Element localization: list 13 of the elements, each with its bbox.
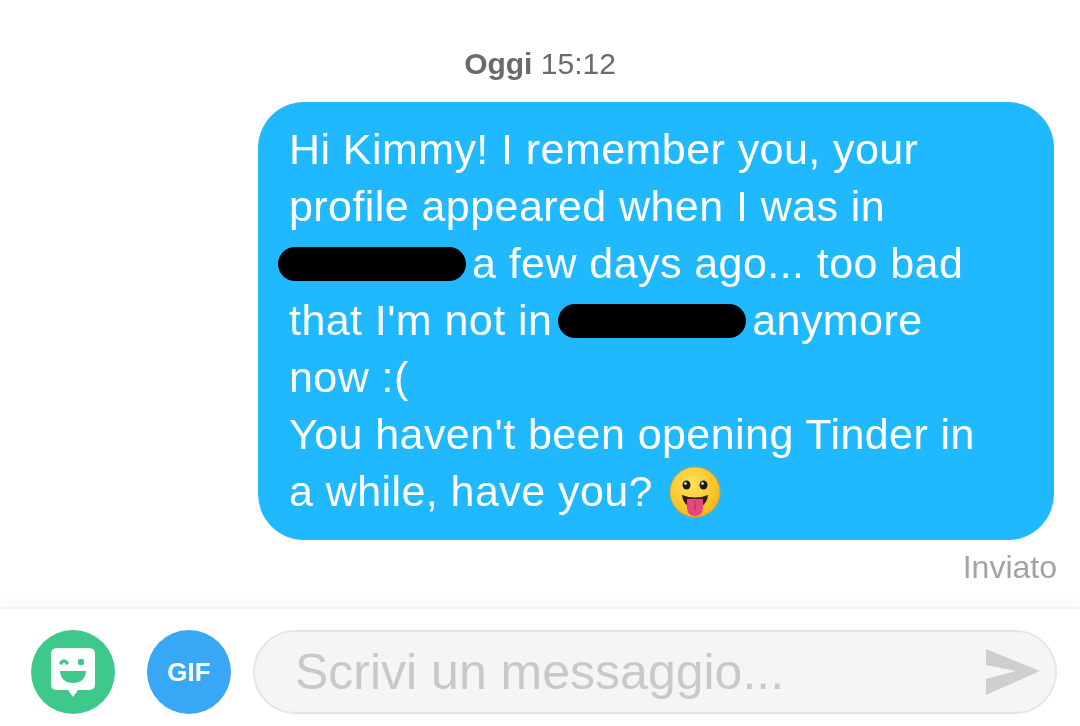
message-text: Hi Kimmy! I remember you, your xyxy=(289,124,919,175)
message-text: a few days ago... too bad xyxy=(472,238,964,289)
message-text: now :( xyxy=(289,352,409,403)
message-text: anymore xyxy=(752,295,923,346)
message-status: Inviato xyxy=(962,549,1057,585)
smiling-speech-bubble-icon xyxy=(49,646,97,698)
message-text: You haven't been opening Tinder in xyxy=(289,409,975,460)
tongue-out-face-icon xyxy=(668,465,721,518)
gif-button[interactable]: GIF xyxy=(147,630,231,714)
message-text: profile appeared when I was in xyxy=(289,181,886,232)
date-time-label: Oggi 15:12 xyxy=(464,46,616,82)
message-text: a while, have you? xyxy=(289,466,653,517)
message-text: that I'm not in xyxy=(289,295,553,346)
